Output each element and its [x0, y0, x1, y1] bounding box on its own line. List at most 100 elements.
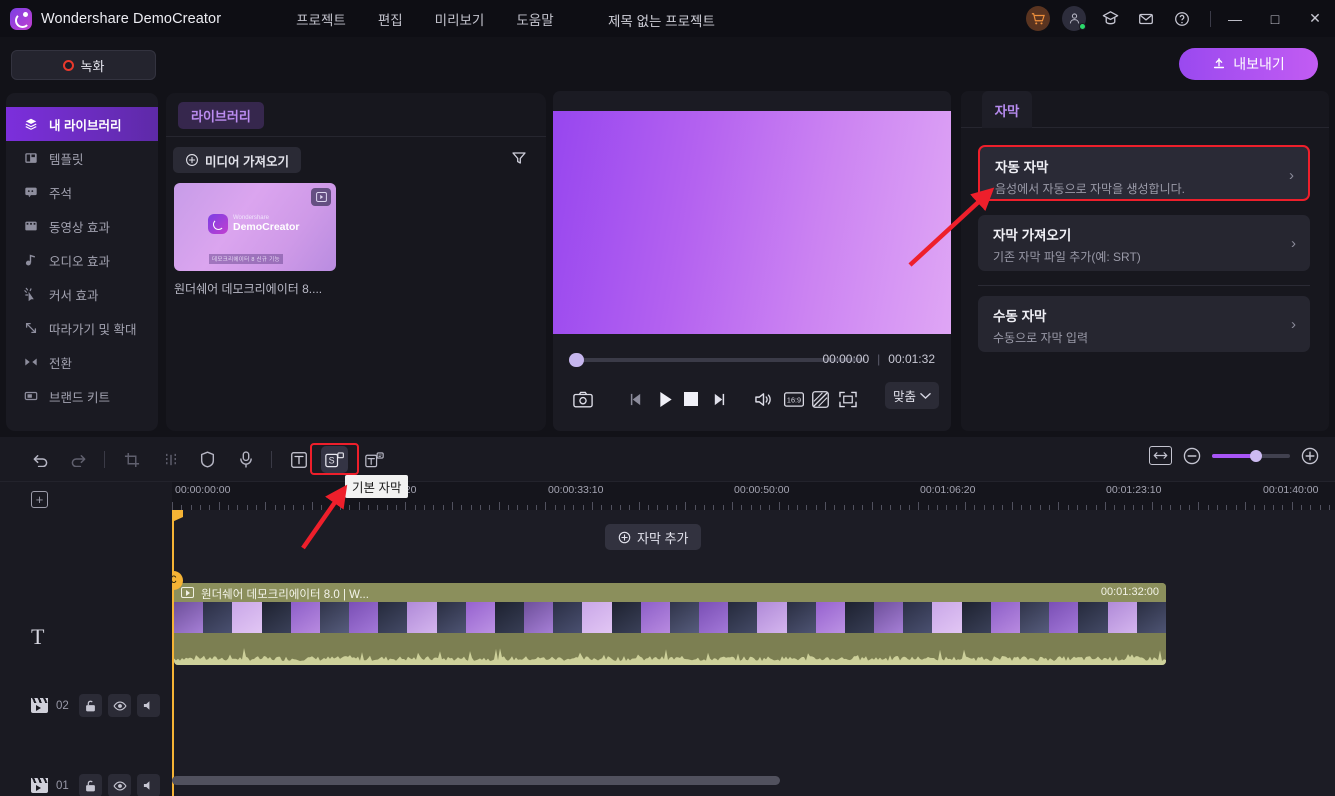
playhead-flag-icon[interactable]	[172, 510, 183, 522]
no-signal-icon[interactable]	[812, 390, 829, 408]
sidebar-item-brand-kit[interactable]: 브랜드 키트	[6, 379, 158, 413]
mute-icon[interactable]	[137, 774, 160, 796]
mute-icon[interactable]	[137, 694, 160, 717]
add-subtitle-button[interactable]: 자막 추가	[605, 524, 702, 550]
zoom-slider[interactable]	[1212, 449, 1290, 462]
manual-subtitle-option[interactable]: 수동 자막 수동으로 자막 입력 ›	[978, 296, 1310, 352]
playhead[interactable]	[172, 510, 174, 796]
project-title: 제목 없는 프로젝트	[608, 14, 715, 29]
track-header-video-02[interactable]: 02	[0, 694, 172, 717]
mail-icon[interactable]	[1134, 7, 1158, 31]
zoom-slider-handle[interactable]	[1250, 449, 1262, 462]
transition-icon	[23, 355, 38, 370]
import-subtitle-option[interactable]: 자막 가져오기 기존 자막 파일 추가(예: SRT) ›	[978, 215, 1310, 271]
subtitle-icon[interactable]: S	[321, 446, 348, 473]
menu-item-edit[interactable]: 편집	[362, 5, 419, 33]
add-track-icon[interactable]: +	[31, 491, 48, 508]
cart-icon[interactable]	[1026, 6, 1050, 31]
clip-header: 원더쉐어 데모크리에이터 8.0 | W... 00:01:32:00	[174, 583, 1166, 602]
export-button[interactable]: 내보내기	[1179, 48, 1318, 80]
timeline-horizontal-scrollbar[interactable]	[172, 776, 780, 785]
mic-icon[interactable]	[232, 446, 259, 473]
scrubber-handle[interactable]	[569, 353, 584, 367]
close-button[interactable]: ✕	[1295, 0, 1335, 37]
lock-icon[interactable]	[79, 694, 102, 717]
menu-item-help[interactable]: 도움말	[500, 5, 569, 33]
ruler-label: 00:00:00:00	[175, 484, 231, 496]
sidebar-item-video-effects[interactable]: 동영상 효과	[6, 209, 158, 243]
tab-subtitle[interactable]: 자막	[982, 91, 1032, 128]
ruler-label: 00:00:33:10	[548, 484, 604, 496]
next-frame-icon[interactable]	[712, 392, 726, 407]
sidebar-item-cursor-effects[interactable]: 커서 효과	[6, 277, 158, 311]
toolbar-divider	[271, 451, 272, 468]
action-row: 녹화 내보내기	[0, 37, 1335, 87]
play-icon[interactable]	[658, 391, 674, 408]
fit-to-width-icon[interactable]	[1149, 446, 1172, 465]
zoom-controls	[1149, 446, 1319, 465]
record-button[interactable]: 녹화	[11, 50, 156, 80]
record-label: 녹화	[80, 58, 105, 74]
track-header-text[interactable]: T	[0, 624, 172, 650]
subtitle-tabbar: 자막	[961, 91, 1329, 128]
split-icon[interactable]	[157, 446, 184, 473]
title-bar: Wondershare DemoCreator 프로젝트 편집 미리보기 도움말…	[0, 0, 1335, 37]
undo-icon[interactable]	[27, 446, 54, 473]
preview-scrubber[interactable]: 00:00:00 | 00:01:32	[553, 349, 951, 371]
media-grid: Wondershare DemoCreator 데모크리에이터 8 신규 기능 …	[166, 183, 546, 297]
lock-icon[interactable]	[79, 774, 102, 796]
option-title: 자막 가져오기	[993, 228, 1072, 243]
sidebar-item-my-library[interactable]: 내 라이브러리	[6, 107, 158, 141]
aspect-ratio-icon[interactable]: 16:9	[784, 391, 804, 407]
tab-library[interactable]: 라이브러리	[178, 102, 264, 129]
text-icon[interactable]	[285, 446, 312, 473]
eye-icon[interactable]	[108, 774, 131, 796]
track-header-video-01[interactable]: 01	[0, 774, 172, 796]
volume-icon[interactable]	[754, 391, 773, 408]
eye-icon[interactable]	[108, 694, 131, 717]
graduation-cap-icon[interactable]	[1098, 7, 1122, 31]
import-media-label: 미디어 가져오기	[205, 154, 289, 169]
crop-icon[interactable]	[118, 446, 145, 473]
mask-icon[interactable]	[194, 446, 221, 473]
menu-item-project[interactable]: 프로젝트	[280, 5, 362, 33]
snapshot-icon[interactable]	[573, 391, 593, 408]
import-media-button[interactable]: 미디어 가져오기	[173, 147, 301, 173]
current-time: 00:00:00	[822, 352, 870, 366]
library-toolbar: 미디어 가져오기	[166, 137, 546, 183]
user-icon[interactable]	[1062, 6, 1086, 31]
brand-kit-icon	[23, 389, 38, 404]
zoom-in-icon[interactable]	[1301, 447, 1319, 465]
minimize-button[interactable]: —	[1215, 0, 1255, 37]
video-badge-icon	[311, 188, 331, 206]
sidebar-item-annotations[interactable]: 주석	[6, 175, 158, 209]
caption-icon[interactable]	[361, 446, 388, 473]
media-item[interactable]: Wondershare DemoCreator 데모크리에이터 8 신규 기능 …	[174, 183, 336, 297]
help-icon[interactable]	[1170, 7, 1194, 31]
timeline-tracks[interactable]: 자막 추가 원더쉐어 데모크리에이터 8.0 | W... 00:01:32:0…	[172, 510, 1335, 796]
sidebar-item-transitions[interactable]: 전환	[6, 345, 158, 379]
fullscreen-icon[interactable]	[839, 391, 857, 408]
auto-subtitle-option[interactable]: 자동 자막 음성에서 자동으로 자막을 생성합니다. ›	[978, 145, 1310, 201]
sidebar-item-templates[interactable]: 템플릿	[6, 141, 158, 175]
sidebar-label: 내 라이브러리	[49, 118, 122, 133]
track-number: 01	[56, 779, 69, 792]
sidebar-label: 브랜드 키트	[49, 390, 110, 405]
video-canvas[interactable]	[553, 111, 951, 334]
zoom-out-icon[interactable]	[1183, 447, 1201, 465]
filter-icon[interactable]	[511, 150, 527, 171]
maximize-button[interactable]: □	[1255, 0, 1295, 37]
timeline-panel: S + T 02 01 00:00:00:00 00:00:33:10 00:0…	[0, 437, 1335, 796]
sidebar-item-audio-effects[interactable]: 오디오 효과	[6, 243, 158, 277]
option-title: 자동 자막	[995, 160, 1049, 175]
timeline-clip[interactable]: 원더쉐어 데모크리에이터 8.0 | W... 00:01:32:00	[174, 583, 1166, 665]
preview-times: 00:00:00 | 00:01:32	[822, 352, 935, 366]
prev-frame-icon[interactable]	[629, 392, 643, 407]
comment-icon	[23, 185, 38, 200]
stop-icon[interactable]	[684, 392, 698, 406]
menu-item-preview[interactable]: 미리보기	[419, 5, 501, 33]
redo-icon[interactable]	[65, 446, 92, 473]
scrubber-track[interactable]	[572, 358, 865, 362]
fit-dropdown[interactable]: 맞춤	[884, 382, 939, 409]
sidebar-item-pan-zoom[interactable]: 따라가기 및 확대	[6, 311, 158, 345]
